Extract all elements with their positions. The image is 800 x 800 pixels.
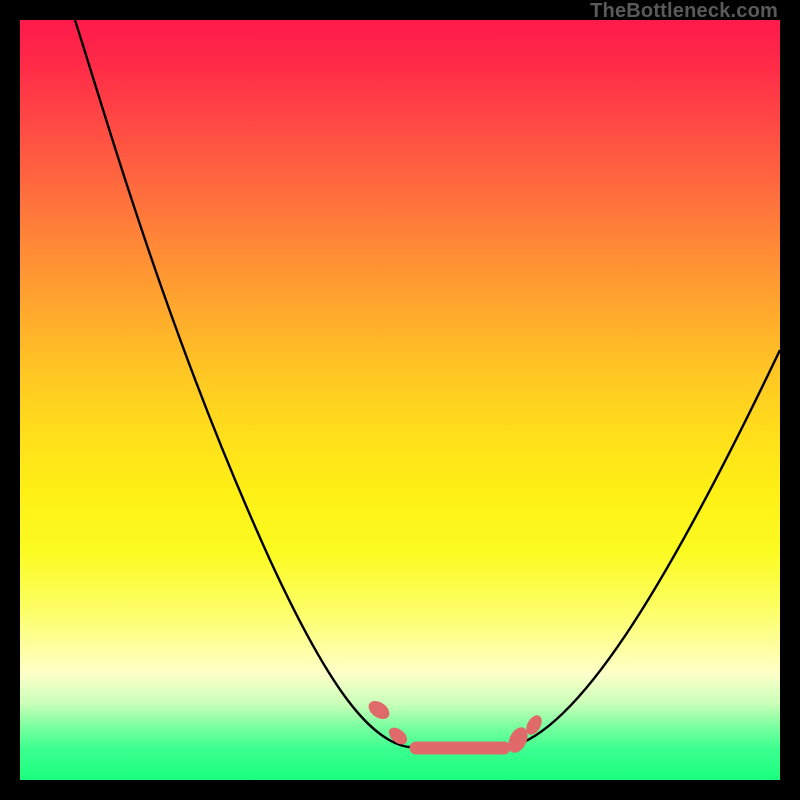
plot-area	[20, 20, 780, 780]
curve-right	[510, 350, 780, 747]
chart-frame: TheBottleneck.com	[0, 0, 800, 800]
marker-group	[366, 698, 544, 755]
bottleneck-curve	[20, 20, 780, 780]
curve-left	[75, 20, 408, 747]
attribution-text: TheBottleneck.com	[590, 0, 778, 23]
